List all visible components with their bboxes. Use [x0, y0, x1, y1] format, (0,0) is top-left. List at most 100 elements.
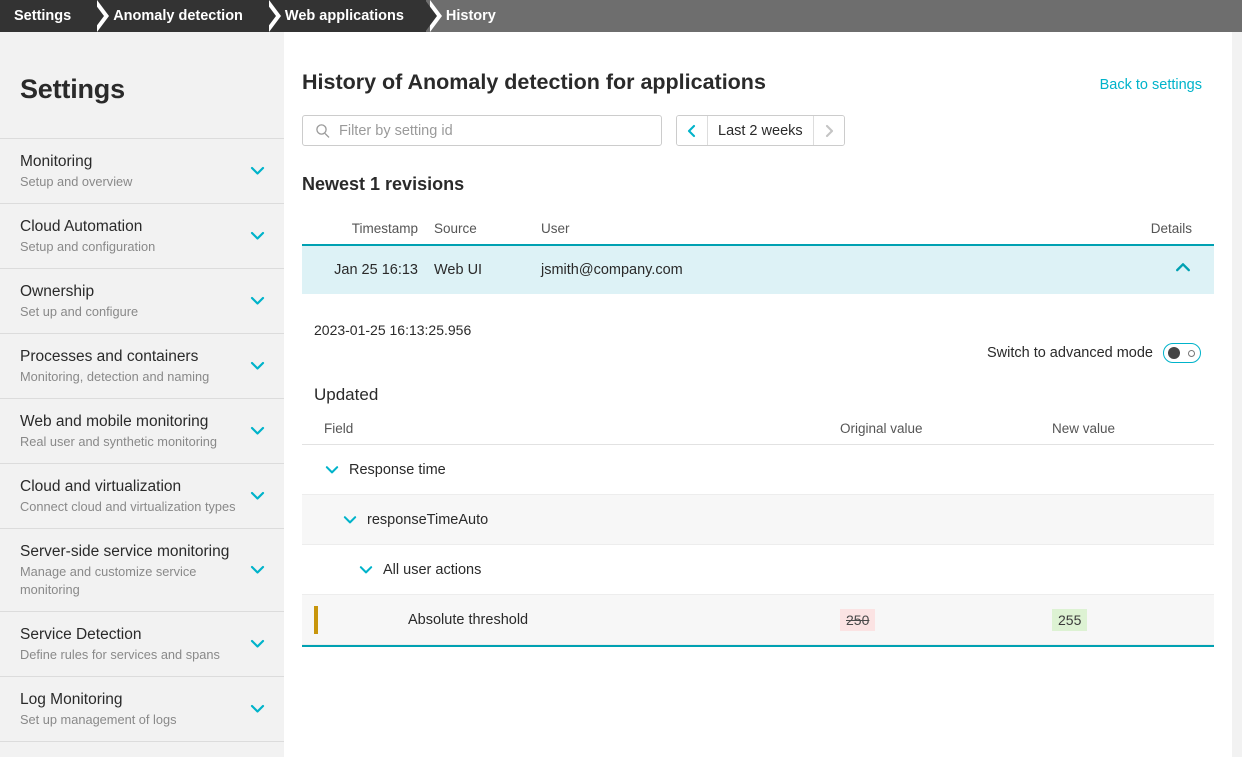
sidebar-item-label: Cloud Automation	[20, 217, 238, 237]
revisions-table-header: Timestamp Source User Details	[302, 221, 1214, 246]
page-title: History of Anomaly detection for applica…	[302, 70, 766, 95]
sidebar-item-sublabel: Connect cloud and virtualization types	[20, 498, 238, 516]
sidebar-item-sublabel: Setup and configuration	[20, 238, 238, 256]
advanced-mode-label: Switch to advanced mode	[987, 345, 1153, 361]
sidebar-title: Settings	[0, 32, 284, 105]
back-to-settings-link[interactable]: Back to settings	[1100, 77, 1202, 93]
toggle-knob	[1168, 347, 1180, 359]
sidebar-item-label: Web and mobile monitoring	[20, 412, 238, 432]
sidebar-item-web-and-mobile-monitoring[interactable]: Web and mobile monitoringReal user and s…	[0, 398, 284, 463]
sidebar-item-service-detection[interactable]: Service DetectionDefine rules for servic…	[0, 611, 284, 676]
chevron-down-icon[interactable]	[249, 293, 266, 310]
chevron-down-icon[interactable]	[249, 488, 266, 505]
table-row[interactable]: All user actions	[302, 545, 1214, 595]
cell-original-value: 250	[840, 609, 1052, 631]
table-row[interactable]: Absolute threshold 250 255	[302, 595, 1214, 645]
breadcrumb-item-anomaly-detection[interactable]: Anomaly detection	[93, 0, 265, 32]
sidebar-item-sublabel: Set up and configure	[20, 303, 238, 321]
chevron-left-icon	[685, 124, 699, 138]
chevron-down-icon[interactable]	[358, 562, 374, 578]
field-changes-table-body: Response time responseTimeAuto All user ac…	[302, 445, 1214, 645]
chevron-down-icon[interactable]	[249, 163, 266, 180]
column-header-new-value: New value	[1052, 421, 1214, 436]
date-range-label[interactable]: Last 2 weeks	[707, 116, 814, 145]
column-header-source: Source	[418, 221, 526, 236]
sidebar-item-label: Ownership	[20, 282, 238, 302]
cell-new-value: 255	[1052, 609, 1214, 631]
field-changes-table: Field Original value New value Response …	[302, 421, 1214, 645]
original-value-badge: 250	[840, 609, 875, 631]
new-value-badge: 255	[1052, 609, 1087, 631]
breadcrumb-item-settings[interactable]: Settings	[0, 0, 93, 32]
advanced-mode-row: Switch to advanced mode	[302, 343, 1214, 363]
change-marker	[314, 606, 318, 634]
sidebar-item-cloud-automation[interactable]: Cloud AutomationSetup and configuration	[0, 203, 284, 268]
chevron-up-icon[interactable]	[1174, 259, 1192, 281]
chevron-down-icon[interactable]	[342, 512, 358, 528]
cell-timestamp: Jan 25 16:13	[302, 262, 418, 278]
advanced-mode-toggle[interactable]	[1163, 343, 1201, 363]
revision-detail-timestamp: 2023-01-25 16:13:25.956	[302, 312, 1214, 338]
date-range-prev-button[interactable]	[677, 116, 707, 145]
sidebar-item-monitoring[interactable]: MonitoringSetup and overview	[0, 138, 284, 203]
breadcrumb-item-web-applications[interactable]: Web applications	[265, 0, 426, 32]
cell-field: Absolute threshold	[302, 612, 840, 628]
breadcrumb-item-label: Settings	[14, 8, 71, 24]
chevron-down-icon[interactable]	[249, 701, 266, 718]
sidebar-item-ownership[interactable]: OwnershipSet up and configure	[0, 268, 284, 333]
chevron-down-icon[interactable]	[249, 423, 266, 440]
breadcrumb-item-label: History	[446, 8, 496, 24]
date-range-selector[interactable]: Last 2 weeks	[676, 115, 845, 146]
chevron-down-icon[interactable]	[324, 462, 340, 478]
table-row[interactable]: Jan 25 16:13Web UIjsmith@company.com	[302, 246, 1214, 294]
cell-source: Web UI	[418, 262, 526, 278]
column-header-details: Details	[1126, 221, 1214, 236]
revisions-table: Timestamp Source User Details Jan 25 16:…	[302, 221, 1214, 294]
field-changes-table-header: Field Original value New value	[302, 421, 1214, 445]
cell-field: All user actions	[302, 562, 840, 578]
toolbar: Last 2 weeks	[284, 95, 1232, 146]
cell-field: responseTimeAuto	[302, 512, 840, 528]
chevron-right-icon	[822, 124, 836, 138]
table-row[interactable]: responseTimeAuto	[302, 495, 1214, 545]
column-header-user: User	[526, 221, 1126, 236]
field-label: All user actions	[383, 562, 481, 578]
main-content: History of Anomaly detection for applica…	[284, 32, 1232, 757]
breadcrumb-item-label: Web applications	[285, 8, 404, 24]
column-header-original-value: Original value	[840, 421, 1052, 436]
date-range-next-button[interactable]	[814, 116, 844, 145]
sidebar-item-log-monitoring[interactable]: Log MonitoringSet up management of logs	[0, 676, 284, 741]
sidebar-item-label: Monitoring	[20, 152, 238, 172]
breadcrumb-item-label: Anomaly detection	[113, 8, 243, 24]
sidebar-item-business-analytics[interactable]: Business AnalyticsConfigure business eve…	[0, 741, 284, 757]
chevron-down-icon[interactable]	[249, 562, 266, 579]
sidebar-item-sublabel: Define rules for services and spans	[20, 646, 238, 664]
sidebar-item-sublabel: Setup and overview	[20, 173, 238, 191]
sidebar-item-label: Server-side service monitoring	[20, 542, 238, 562]
column-header-field: Field	[302, 421, 840, 436]
field-label: Absolute threshold	[408, 612, 528, 628]
search-input[interactable]	[339, 123, 661, 139]
page-header: History of Anomaly detection for applica…	[284, 32, 1232, 95]
revision-detail-panel: 2023-01-25 16:13:25.956 Switch to advanc…	[302, 294, 1214, 647]
table-row[interactable]: Response time	[302, 445, 1214, 495]
chevron-down-icon[interactable]	[249, 636, 266, 653]
chevron-down-icon[interactable]	[249, 228, 266, 245]
sidebar-item-cloud-and-virtualization[interactable]: Cloud and virtualizationConnect cloud an…	[0, 463, 284, 528]
sidebar-nav-list: MonitoringSetup and overviewCloud Automa…	[0, 138, 284, 757]
revisions-heading: Newest 1 revisions	[284, 146, 1232, 195]
chevron-down-icon[interactable]	[249, 358, 266, 375]
sidebar-item-sublabel: Monitoring, detection and naming	[20, 368, 238, 386]
cell-field: Response time	[302, 462, 840, 478]
breadcrumb: Settings Anomaly detection Web application…	[0, 0, 1242, 32]
sidebar-item-processes-and-containers[interactable]: Processes and containersMonitoring, dete…	[0, 333, 284, 398]
search-box[interactable]	[302, 115, 662, 146]
sidebar: Settings MonitoringSetup and overviewClo…	[0, 32, 284, 757]
column-header-timestamp: Timestamp	[302, 221, 418, 236]
sidebar-item-label: Log Monitoring	[20, 690, 238, 710]
field-label: responseTimeAuto	[367, 512, 488, 528]
cell-user: jsmith@company.com	[526, 262, 1126, 278]
sidebar-item-server-side-service-monitoring[interactable]: Server-side service monitoringManage and…	[0, 528, 284, 611]
sidebar-item-sublabel: Manage and customize service monitoring	[20, 563, 238, 599]
sidebar-item-label: Processes and containers	[20, 347, 238, 367]
